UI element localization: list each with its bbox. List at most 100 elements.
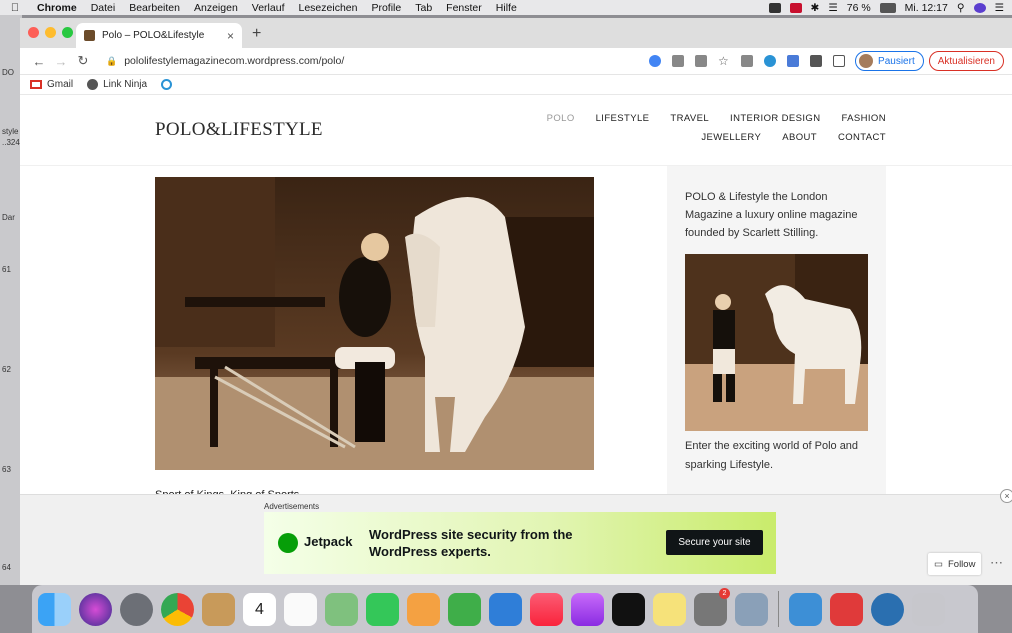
bg-row-number: 61	[2, 265, 11, 274]
reading-list-icon[interactable]	[833, 55, 846, 67]
notes-icon[interactable]	[653, 592, 686, 626]
reminders-icon[interactable]	[284, 592, 317, 626]
downloads-icon[interactable]	[789, 592, 822, 626]
toolbar-icons: ☆	[649, 55, 846, 67]
menu-datei[interactable]: Datei	[84, 2, 123, 14]
forward-icon[interactable]: →	[50, 54, 72, 69]
close-tab-icon[interactable]: ×	[227, 29, 234, 43]
contacts-icon[interactable]	[202, 592, 235, 626]
background-window: DO style ..324 Dar 61 62 63 64	[0, 15, 22, 585]
numbers-icon[interactable]	[448, 592, 481, 626]
wifi-icon[interactable]: ☰	[828, 2, 837, 14]
keyboard-flag-icon[interactable]	[789, 2, 802, 13]
site-header: POLO&LIFESTYLE POLO LIFESTYLE TRAVEL INT…	[20, 95, 1012, 166]
lock-icon[interactable]: 🔒	[106, 56, 117, 67]
nav-lifestyle[interactable]: LIFESTYLE	[596, 113, 650, 124]
nav-about[interactable]: ABOUT	[782, 132, 817, 143]
ad-label: Advertisements	[264, 502, 320, 511]
extension-screenshot-icon[interactable]	[741, 55, 754, 67]
close-ad-icon[interactable]: ×	[1000, 489, 1012, 503]
extension-swirl-icon[interactable]	[764, 55, 777, 67]
bluetooth-icon[interactable]: ✱	[811, 2, 820, 14]
nav-jewellery[interactable]: JEWELLERY	[701, 132, 761, 143]
close-window-button[interactable]	[28, 27, 39, 38]
spotlight-icon[interactable]: ⚲	[957, 2, 965, 14]
battery-percent[interactable]: 76 %	[847, 2, 871, 14]
bookmark-label: Link Ninja	[103, 79, 148, 90]
podcasts-icon[interactable]	[571, 592, 604, 626]
keynote-icon[interactable]	[489, 592, 522, 626]
menu-hilfe[interactable]: Hilfe	[489, 2, 524, 14]
preview-icon[interactable]	[735, 592, 768, 626]
site-logo[interactable]: POLO&LIFESTYLE	[155, 119, 323, 141]
secure-site-button[interactable]: Secure your site	[666, 530, 763, 555]
address-bar[interactable]: 🔒 pololifestylemagazinecom.wordpress.com…	[100, 51, 643, 71]
ad-headline: WordPress site security from the WordPre…	[369, 527, 573, 559]
app-red-icon[interactable]	[830, 592, 863, 626]
launchpad-icon[interactable]	[120, 592, 153, 626]
bookmark-link-ninja[interactable]: Link Ninja	[87, 79, 147, 90]
menu-lesezeichen[interactable]: Lesezeichen	[292, 2, 365, 14]
menu-tab[interactable]: Tab	[408, 2, 439, 14]
music-icon[interactable]	[530, 592, 563, 626]
system-preferences-icon[interactable]: 2	[694, 587, 730, 626]
maps-icon[interactable]	[325, 592, 358, 626]
menu-app-name[interactable]: Chrome	[30, 2, 84, 14]
google-icon[interactable]	[649, 55, 662, 67]
profile-button[interactable]: Pausiert	[855, 51, 924, 71]
back-icon[interactable]: ←	[28, 54, 50, 69]
bookmark-gmail[interactable]: Gmail	[30, 79, 73, 90]
bg-row-number: 62	[2, 365, 11, 374]
calendar-icon[interactable]: 4	[243, 592, 276, 626]
new-tab-button[interactable]: +	[252, 25, 261, 43]
share-icon[interactable]	[695, 55, 708, 67]
nav-fashion[interactable]: FASHION	[841, 113, 886, 124]
pages-icon[interactable]	[407, 592, 440, 626]
extensions-puzzle-icon[interactable]	[810, 55, 823, 67]
nav-travel[interactable]: TRAVEL	[670, 113, 709, 124]
bookmark-swirl[interactable]	[161, 79, 173, 90]
creative-cloud-icon[interactable]	[768, 2, 781, 13]
siri-icon[interactable]	[973, 2, 986, 13]
trash-icon[interactable]	[912, 592, 945, 626]
reload-icon[interactable]: ↻	[72, 53, 94, 69]
quicktime-icon[interactable]	[871, 592, 904, 626]
nav-interior-design[interactable]: INTERIOR DESIGN	[730, 113, 820, 124]
menu-verlauf[interactable]: Verlauf	[245, 2, 292, 14]
fullscreen-window-button[interactable]	[62, 27, 73, 38]
sidebar-intro: POLO & Lifestyle the London Magazine a l…	[685, 191, 858, 239]
clock[interactable]: Mi. 12:17	[905, 2, 948, 14]
minimize-window-button[interactable]	[45, 27, 56, 38]
menu-fenster[interactable]: Fenster	[439, 2, 489, 14]
menu-profile[interactable]: Profile	[364, 2, 408, 14]
battery-icon[interactable]	[879, 2, 896, 13]
finder-icon[interactable]	[38, 592, 71, 626]
url-text: pololifestylemagazinecom.wordpress.com/p…	[124, 55, 345, 67]
nav-contact[interactable]: CONTACT	[838, 132, 886, 143]
chrome-icon[interactable]	[161, 592, 194, 626]
extension-box-icon[interactable]	[787, 55, 800, 67]
browser-window: Polo – POLO&Lifestyle × + ← → ↻ 🔒 pololi…	[20, 18, 1012, 585]
sidebar-image[interactable]	[685, 254, 868, 431]
follow-button[interactable]: ▭ Follow	[928, 553, 982, 575]
apple-menu-icon[interactable]: 	[0, 2, 30, 14]
nav-polo[interactable]: POLO	[547, 113, 575, 124]
menu-bearbeiten[interactable]: Bearbeiten	[122, 2, 187, 14]
update-badge: 2	[719, 587, 730, 599]
menu-anzeigen[interactable]: Anzeigen	[187, 2, 245, 14]
apple-tv-icon[interactable]	[612, 592, 645, 626]
calendar-day: 4	[255, 600, 264, 618]
bg-text: DO	[2, 68, 14, 77]
translate-icon[interactable]	[672, 55, 685, 67]
jetpack-ad[interactable]: Jetpack WordPress site security from the…	[264, 512, 776, 574]
more-options-icon[interactable]: ⋯	[990, 555, 1003, 571]
siri-icon[interactable]	[79, 592, 112, 626]
bg-text: ..324	[2, 138, 20, 147]
control-center-icon[interactable]: ☰	[995, 2, 1004, 14]
tab-active[interactable]: Polo – POLO&Lifestyle ×	[76, 23, 242, 48]
update-button[interactable]: Aktualisieren	[928, 51, 1004, 71]
facetime-icon[interactable]	[366, 592, 399, 626]
bookmark-star-icon[interactable]: ☆	[718, 55, 730, 67]
jetpack-logo-icon	[278, 533, 298, 553]
hero-image[interactable]	[155, 177, 594, 470]
